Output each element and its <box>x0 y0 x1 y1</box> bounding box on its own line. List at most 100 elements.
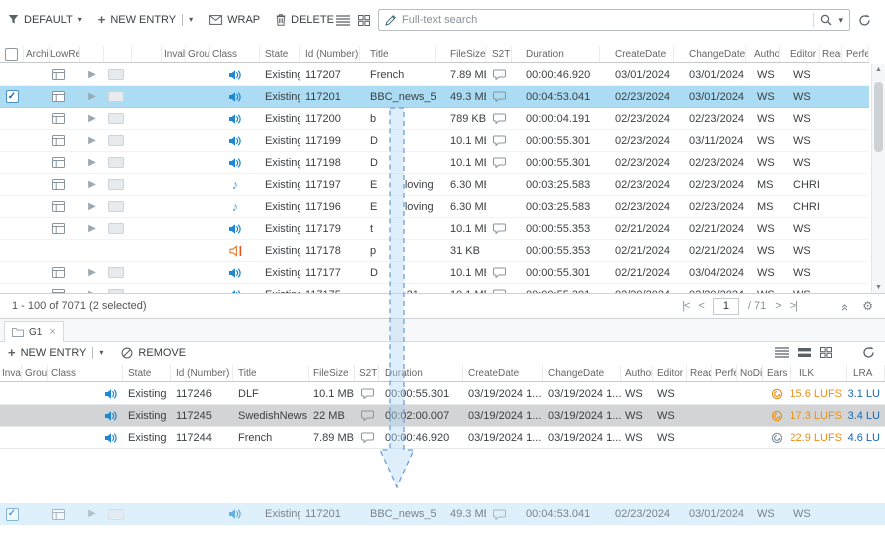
preview-thumbnail[interactable] <box>108 157 124 168</box>
chevron-down-icon[interactable]: ▾ <box>838 15 843 26</box>
column-header-title[interactable]: Title <box>233 365 309 381</box>
next-page-button[interactable]: > <box>775 300 780 312</box>
column-header-changedate[interactable]: ChangeDate <box>543 365 621 381</box>
settings-gear-icon[interactable]: ⚙ <box>862 299 873 313</box>
preview-thumbnail[interactable] <box>108 135 124 146</box>
refresh-icon[interactable] <box>858 14 871 27</box>
new-entry-button-bottom[interactable]: + NEW ENTRY ▾ <box>8 346 103 359</box>
preview-thumbnail[interactable] <box>108 267 124 278</box>
column-header-grou[interactable]: Grou <box>186 46 210 62</box>
column-header-ilk[interactable]: ILK <box>791 365 847 381</box>
column-header-inval[interactable]: Inval <box>162 46 186 62</box>
table-row[interactable]: ▶Existing117179t10.1 MB00:00:55.35302/21… <box>0 218 869 240</box>
column-header-inval[interactable]: Inval <box>0 365 22 381</box>
page-input[interactable] <box>713 298 739 315</box>
column-header-perfe[interactable]: Perfe <box>712 365 737 381</box>
new-entry-button[interactable]: + NEW ENTRY ▾ <box>98 13 193 26</box>
search-input[interactable] <box>402 14 807 26</box>
play-button[interactable]: ▶ <box>88 180 96 190</box>
list-view-icon[interactable] <box>775 347 789 358</box>
preview-thumbnail[interactable] <box>108 69 124 80</box>
column-header-read[interactable]: Read <box>687 365 712 381</box>
table-row[interactable]: ▶Existing117198D10.1 MB00:00:55.30102/23… <box>0 152 869 174</box>
row-checkbox[interactable]: ✓ <box>6 90 19 103</box>
column-header-createdate[interactable]: CreateDate <box>600 46 674 62</box>
column-header-author[interactable]: Author <box>621 365 653 381</box>
table-row[interactable]: Existing117246DLF10.1 MB00:00:55.30103/1… <box>0 383 885 405</box>
scroll-down-icon[interactable]: ▼ <box>875 284 882 291</box>
column-header-duration[interactable]: Duration <box>512 46 600 62</box>
preview-thumbnail[interactable] <box>108 509 124 520</box>
column-header-grou[interactable]: Grou <box>22 365 48 381</box>
prev-page-button[interactable]: < <box>698 300 703 312</box>
table-row[interactable]: ✓▶Existing117201BBC_news_5..49.3 MB00:04… <box>0 503 885 525</box>
column-header-s2t[interactable]: S2T <box>486 46 512 62</box>
grid-view-icon[interactable] <box>820 347 832 358</box>
table-row[interactable]: ▶Existing117207French7.89 MB00:00:46.920… <box>0 64 869 86</box>
table-row[interactable]: ▶Existing117177D10.1 MB00:00:55.30102/21… <box>0 262 869 284</box>
preview-thumbnail[interactable] <box>108 201 124 212</box>
search-icon[interactable] <box>820 14 832 26</box>
column-header-duration[interactable]: Duration <box>379 365 463 381</box>
select-all-checkbox[interactable] <box>0 46 24 62</box>
play-button[interactable]: ▶ <box>88 92 96 102</box>
refresh-icon[interactable] <box>862 346 875 359</box>
column-header-ears[interactable]: Ears <box>763 365 791 381</box>
column-header-lowres[interactable]: LowRes <box>50 46 80 62</box>
collapse-icon[interactable]: « <box>838 303 853 308</box>
table-row[interactable]: Existing117178p31 KB00:00:55.35302/21/20… <box>0 240 869 262</box>
preview-thumbnail[interactable] <box>108 223 124 234</box>
table-row[interactable]: ▶Existing117199D10.1 MB00:00:55.30102/23… <box>0 130 869 152</box>
scroll-up-icon[interactable]: ▲ <box>875 66 882 73</box>
column-header-state[interactable]: State <box>123 365 171 381</box>
column-header-title[interactable]: Title <box>360 46 436 62</box>
filter-default-button[interactable]: DEFAULT ▾ <box>8 14 82 26</box>
preview-thumbnail[interactable] <box>108 179 124 190</box>
play-button[interactable]: ▶ <box>88 114 96 124</box>
close-icon[interactable]: × <box>49 326 55 338</box>
column-header-class[interactable]: Class <box>48 365 123 381</box>
play-button[interactable]: ▶ <box>88 509 96 519</box>
column-header-changedate[interactable]: ChangeDate <box>674 46 746 62</box>
column-header-perfe[interactable]: Perfe <box>842 46 869 62</box>
column-header-filesize[interactable]: FileSize <box>436 46 486 62</box>
table-row[interactable]: Existing117244French7.89 MB00:00:46.9200… <box>0 427 885 449</box>
delete-button[interactable]: DELETE <box>276 14 334 26</box>
preview-thumbnail[interactable] <box>108 91 124 102</box>
row-checkbox[interactable]: ✓ <box>6 508 19 521</box>
preview-thumbnail[interactable] <box>108 113 124 124</box>
rows-view-icon[interactable] <box>798 347 811 358</box>
column-header-filesize[interactable]: FileSize <box>309 365 355 381</box>
column-header-s2t[interactable]: S2T <box>355 365 379 381</box>
column-header-createdate[interactable]: CreateDate <box>463 365 543 381</box>
remove-button[interactable]: REMOVE <box>121 347 186 359</box>
column-header-class[interactable]: Class <box>210 46 260 62</box>
list-view-icon[interactable] <box>336 15 350 26</box>
play-button[interactable]: ▶ <box>88 202 96 212</box>
column-header-nodi[interactable]: NoDi <box>737 365 763 381</box>
column-header-state[interactable]: State <box>260 46 300 62</box>
column-header-read[interactable]: Read <box>820 46 842 62</box>
grid-view-icon[interactable] <box>358 15 370 26</box>
play-button[interactable]: ▶ <box>88 136 96 146</box>
play-button[interactable]: ▶ <box>88 158 96 168</box>
tab-g1[interactable]: G1 × <box>4 321 64 342</box>
table-row[interactable]: Existing117245SwedishNews22 MB00:02:00.0… <box>0 405 885 427</box>
table-row[interactable]: ▶♪Existing117197E loving6.30 MB00:03:25.… <box>0 174 869 196</box>
scrollbar-thumb[interactable] <box>874 82 883 152</box>
table-row[interactable]: ▶♪Existing117196E loving6.30 MB00:03:25.… <box>0 196 869 218</box>
row-checkbox[interactable] <box>5 48 18 61</box>
column-header-lra[interactable]: LRA <box>847 365 885 381</box>
edit-icon[interactable] <box>385 15 396 26</box>
last-page-button[interactable]: >| <box>790 300 797 312</box>
column-header-editor[interactable]: Editor <box>653 365 687 381</box>
column-header-archi[interactable]: Archi <box>24 46 50 62</box>
play-button[interactable]: ▶ <box>88 268 96 278</box>
play-button[interactable]: ▶ <box>88 224 96 234</box>
first-page-button[interactable]: |< <box>682 300 689 312</box>
column-header-idnumber[interactable]: Id (Number) <box>300 46 360 62</box>
column-header-idnumber[interactable]: Id (Number) <box>171 365 233 381</box>
wrap-button[interactable]: WRAP <box>209 14 260 26</box>
table-row[interactable]: ✓▶Existing117201BBC_news_5..49.3 MB00:04… <box>0 86 869 108</box>
column-header-author[interactable]: Author <box>746 46 780 62</box>
